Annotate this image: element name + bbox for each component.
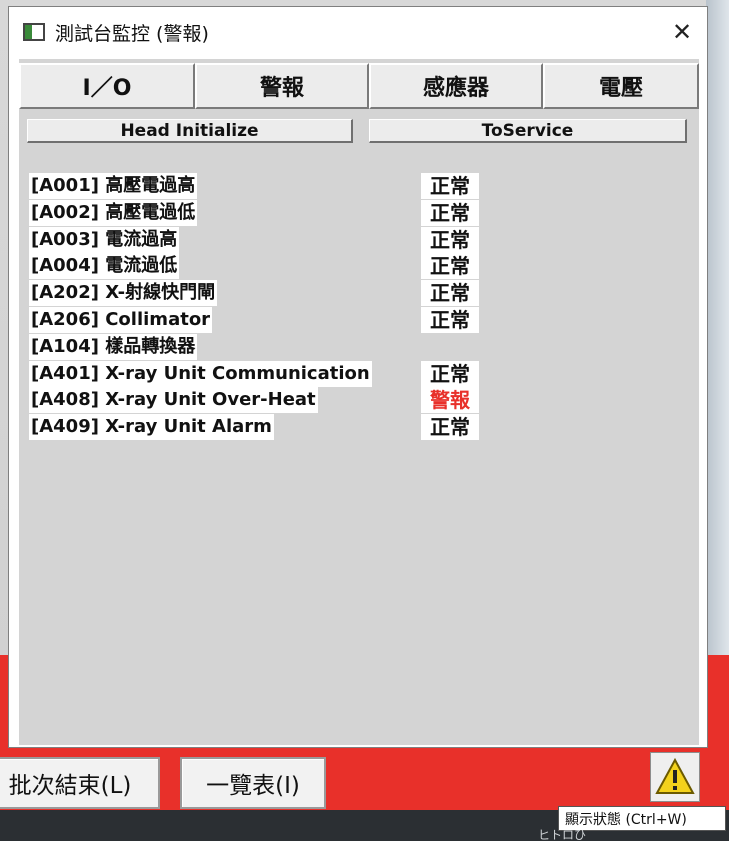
alarm-status: 正常: [421, 280, 479, 307]
alarm-row: [A002] 高壓電過低 正常: [29, 199, 689, 227]
to-service-button[interactable]: ToService: [369, 119, 687, 143]
alarm-status: 正常: [421, 199, 479, 226]
tab-alarm-label: 警報: [259, 76, 304, 101]
alarm-row: [A004] 電流過低 正常: [29, 253, 689, 280]
alarm-status: 警報: [421, 387, 479, 414]
dialog-client-area: I／O 警報 感應器 電壓 Head Initialize ToService …: [19, 59, 699, 745]
alarm-label: [A003] 電流過高: [29, 226, 180, 253]
alarm-row: [A408] X-ray Unit Over-Heat 警報: [29, 387, 689, 414]
batch-end-button[interactable]: 批次結束(L): [0, 757, 160, 809]
tab-io[interactable]: I／O: [19, 63, 195, 109]
warning-icon: [655, 757, 695, 794]
alarm-row: [A202] X-射線快門閘 正常: [29, 280, 689, 307]
alarm-list: [A001] 高壓電過高 正常 [A002] 高壓電過低 正常 [A003] 電…: [29, 173, 689, 441]
alarm-row: [A001] 高壓電過高 正常: [29, 173, 689, 200]
close-button[interactable]: ✕: [667, 17, 697, 47]
alarm-row: [A003] 電流過高 正常: [29, 226, 689, 254]
list-view-button-label: 一覽表(I): [206, 773, 300, 799]
alarm-status: 正常: [421, 226, 479, 253]
tab-alarm[interactable]: 警報: [195, 63, 369, 109]
alarm-label: [A104] 樣品轉換器: [29, 333, 198, 360]
alarm-status: 正常: [421, 306, 479, 333]
tab-voltage[interactable]: 電壓: [543, 63, 699, 109]
alarm-status: [421, 334, 479, 360]
batch-end-button-label: 批次結束(L): [8, 773, 132, 799]
alarm-row: [A409] X-ray Unit Alarm 正常: [29, 414, 689, 441]
title-bar[interactable]: 測試台監控 (警報) ✕: [9, 7, 707, 57]
list-view-button[interactable]: 一覽表(I): [180, 757, 326, 809]
head-initialize-button[interactable]: Head Initialize: [27, 119, 353, 143]
tab-sensor[interactable]: 感應器: [369, 63, 543, 109]
alarm-label: [A202] X-射線快門閘: [29, 280, 218, 307]
alarm-row: [A401] X-ray Unit Communication 正常: [29, 360, 689, 388]
head-initialize-label: Head Initialize: [120, 120, 259, 141]
tab-voltage-label: 電壓: [598, 76, 643, 101]
alarm-row: [A104] 樣品轉換器: [29, 333, 689, 361]
alarm-row: [A206] Collimator 正常: [29, 306, 689, 334]
alarm-label: [A004] 電流過低: [29, 253, 180, 280]
alarm-status: 正常: [421, 360, 479, 387]
tab-sensor-label: 感應器: [422, 76, 489, 101]
alarm-status: 正常: [421, 253, 479, 280]
app-window-icon: [23, 23, 45, 41]
monitor-dialog: 測試台監控 (警報) ✕ I／O 警報 感應器 電壓 Head Initiali…: [8, 6, 708, 748]
alarm-label: [A408] X-ray Unit Over-Heat: [29, 387, 318, 414]
tab-io-label: I／O: [82, 76, 132, 101]
to-service-label: ToService: [481, 120, 574, 141]
window-title: 測試台監控 (警報): [55, 22, 209, 45]
background-window-edge: [706, 0, 729, 655]
tab-bar: I／O 警報 感應器 電壓: [19, 63, 699, 109]
taskbar-text: ヒトロひ: [538, 828, 587, 841]
alarm-status: 正常: [421, 414, 479, 441]
close-icon: ✕: [671, 18, 693, 46]
alarm-label: [A401] X-ray Unit Communication: [29, 360, 372, 387]
alarm-label: [A409] X-ray Unit Alarm: [29, 414, 274, 441]
alarm-label: [A206] Collimator: [29, 306, 213, 333]
show-status-button[interactable]: [650, 752, 700, 802]
alarm-label: [A001] 高壓電過高: [29, 173, 198, 199]
alarm-status: 正常: [421, 173, 479, 199]
alarm-label: [A002] 高壓電過低: [29, 199, 198, 226]
